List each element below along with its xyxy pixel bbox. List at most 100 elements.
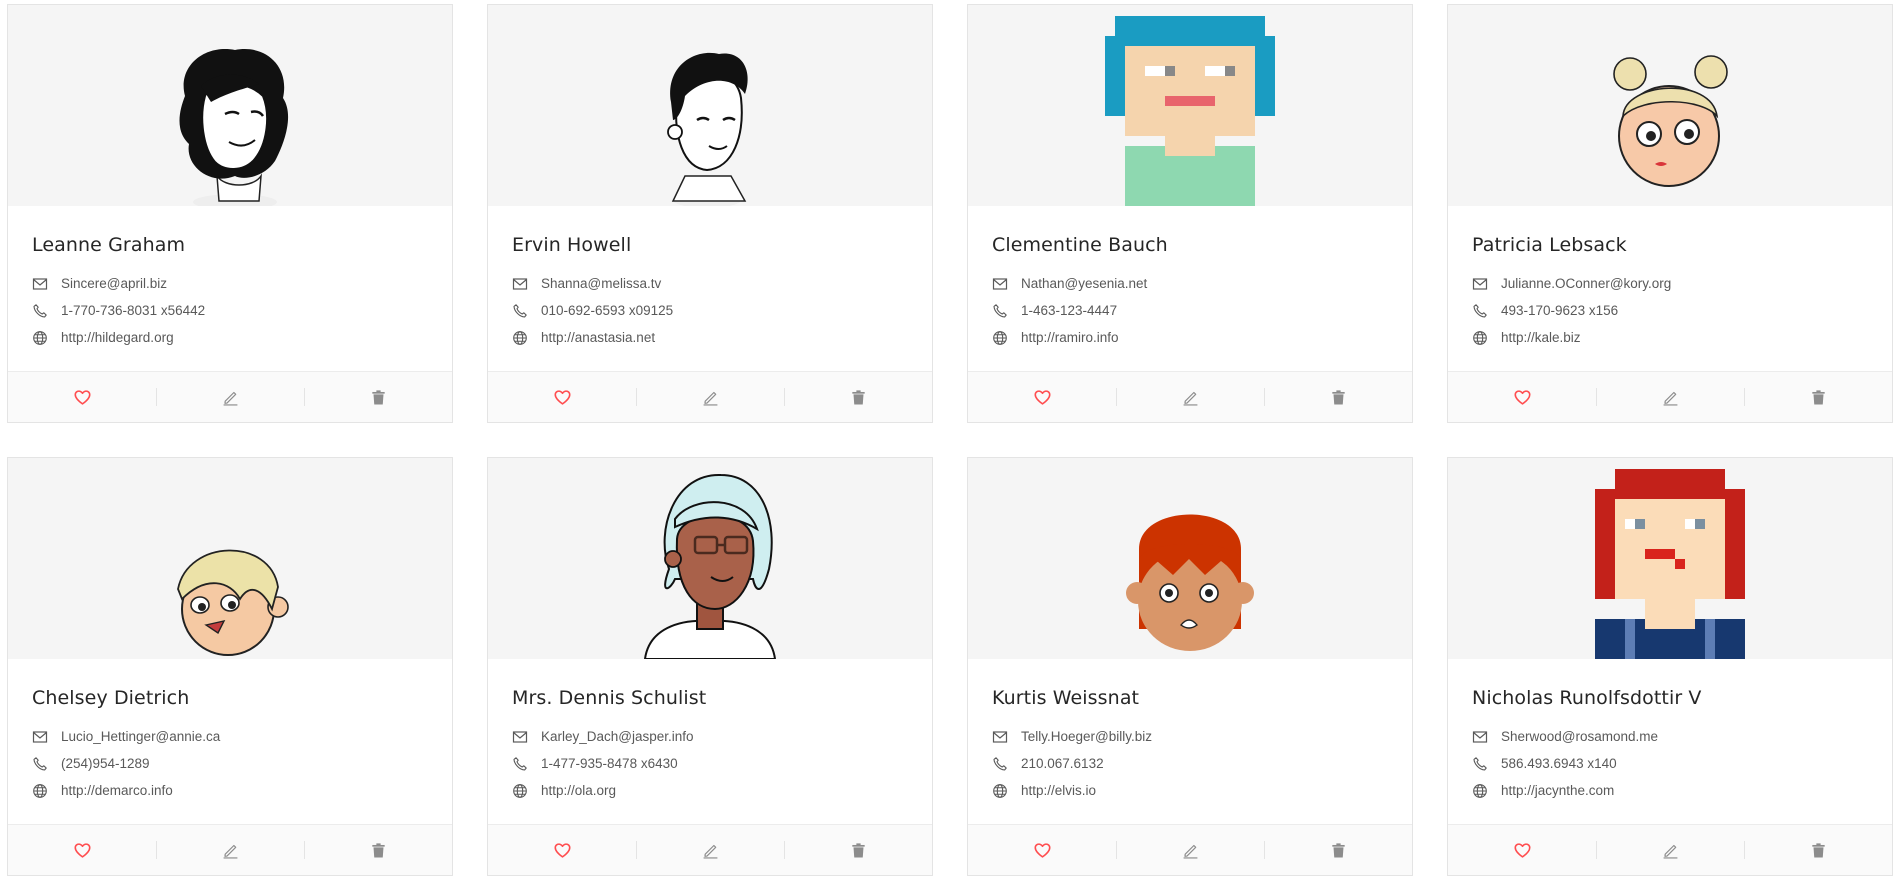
card-body: Clementine Bauch Nathan@yesenia.net 1-46… <box>968 206 1412 371</box>
user-card: Chelsey Dietrich Lucio_Hettinger@annie.c… <box>7 457 453 876</box>
phone-text[interactable]: 586.493.6943 x140 <box>1501 756 1617 771</box>
website-link[interactable]: http://jacynthe.com <box>1501 783 1614 798</box>
phone-text[interactable]: 1-463-123-4447 <box>1021 303 1117 318</box>
card-actions <box>1448 824 1892 875</box>
avatar-cover <box>1448 458 1892 659</box>
favorite-button[interactable] <box>488 372 636 422</box>
phone-text[interactable]: 010-692-6593 x09125 <box>541 303 673 318</box>
avatar-cover <box>8 458 452 659</box>
phone-row: 1-463-123-4447 <box>992 297 1388 324</box>
edit-icon <box>1663 391 1677 406</box>
mail-icon <box>1472 276 1501 292</box>
card-actions <box>8 824 452 875</box>
delete-button[interactable] <box>1264 825 1412 875</box>
phone-text[interactable]: 210.067.6132 <box>1021 756 1104 771</box>
email-text[interactable]: Lucio_Hettinger@annie.ca <box>61 729 220 744</box>
favorite-button[interactable] <box>8 372 156 422</box>
website-row: http://elvis.io <box>992 777 1388 804</box>
edit-icon <box>223 391 237 406</box>
mail-icon <box>512 729 541 745</box>
website-link[interactable]: http://hildegard.org <box>61 330 174 345</box>
favorite-button[interactable] <box>968 825 1116 875</box>
email-row: Shanna@melissa.tv <box>512 270 908 297</box>
delete-button[interactable] <box>1744 372 1892 422</box>
delete-button[interactable] <box>1264 372 1412 422</box>
edit-button[interactable] <box>1116 372 1264 422</box>
email-text[interactable]: Sherwood@rosamond.me <box>1501 729 1658 744</box>
delete-button[interactable] <box>304 372 452 422</box>
mail-icon <box>32 276 61 292</box>
avatar-lineart-curly <box>155 36 305 206</box>
email-text[interactable]: Shanna@melissa.tv <box>541 276 661 291</box>
website-link[interactable]: http://elvis.io <box>1021 783 1096 798</box>
globe-icon <box>992 783 1021 799</box>
phone-icon <box>512 756 541 772</box>
favorite-button[interactable] <box>8 825 156 875</box>
email-text[interactable]: Julianne.OConner@kory.org <box>1501 276 1671 291</box>
user-name: Nicholas Runolfsdottir V <box>1472 687 1702 709</box>
email-text[interactable]: Telly.Hoeger@billy.biz <box>1021 729 1152 744</box>
email-row: Karley_Dach@jasper.info <box>512 723 908 750</box>
phone-row: 010-692-6593 x09125 <box>512 297 908 324</box>
website-link[interactable]: http://anastasia.net <box>541 330 655 345</box>
avatar-cover <box>968 5 1412 206</box>
favorite-button[interactable] <box>1448 825 1596 875</box>
edit-button[interactable] <box>636 825 784 875</box>
avatar-cartoon-blond <box>160 529 300 659</box>
phone-text[interactable]: 1-770-736-8031 x56442 <box>61 303 205 318</box>
phone-text[interactable]: 1-477-935-8478 x6430 <box>541 756 678 771</box>
favorite-button[interactable] <box>1448 372 1596 422</box>
website-link[interactable]: http://ramiro.info <box>1021 330 1119 345</box>
delete-button[interactable] <box>1744 825 1892 875</box>
avatar-cover <box>1448 5 1892 206</box>
edit-button[interactable] <box>156 825 304 875</box>
heart-icon <box>553 842 571 858</box>
delete-icon <box>371 389 385 405</box>
email-row: Julianne.OConner@kory.org <box>1472 270 1868 297</box>
website-link[interactable]: http://demarco.info <box>61 783 173 798</box>
mail-icon <box>992 276 1021 292</box>
edit-icon <box>223 844 237 859</box>
email-text[interactable]: Sincere@april.biz <box>61 276 167 291</box>
email-text[interactable]: Nathan@yesenia.net <box>1021 276 1147 291</box>
phone-row: 1-477-935-8478 x6430 <box>512 750 908 777</box>
user-card: Mrs. Dennis Schulist Karley_Dach@jasper.… <box>487 457 933 876</box>
phone-row: 493-170-9623 x156 <box>1472 297 1868 324</box>
website-link[interactable]: http://kale.biz <box>1501 330 1581 345</box>
phone-icon <box>1472 756 1501 772</box>
avatar-cartoon-buns <box>1605 46 1735 206</box>
avatar-glasses <box>635 469 785 659</box>
website-row: http://hildegard.org <box>32 324 428 351</box>
delete-button[interactable] <box>304 825 452 875</box>
favorite-button[interactable] <box>968 372 1116 422</box>
user-name: Chelsey Dietrich <box>32 687 190 709</box>
delete-button[interactable] <box>784 825 932 875</box>
email-text[interactable]: Karley_Dach@jasper.info <box>541 729 694 744</box>
phone-text[interactable]: (254)954-1289 <box>61 756 150 771</box>
phone-icon <box>32 303 61 319</box>
website-row: http://ramiro.info <box>992 324 1388 351</box>
user-card: Nicholas Runolfsdottir V Sherwood@rosamo… <box>1447 457 1893 876</box>
edit-icon <box>703 844 717 859</box>
heart-icon <box>1033 389 1051 405</box>
edit-button[interactable] <box>636 372 784 422</box>
avatar-cover <box>488 5 932 206</box>
edit-button[interactable] <box>156 372 304 422</box>
favorite-button[interactable] <box>488 825 636 875</box>
email-row: Sincere@april.biz <box>32 270 428 297</box>
delete-button[interactable] <box>784 372 932 422</box>
phone-text[interactable]: 493-170-9623 x156 <box>1501 303 1618 318</box>
phone-icon <box>512 303 541 319</box>
delete-icon <box>1331 842 1345 858</box>
avatar-lineart-short <box>645 36 775 206</box>
edit-button[interactable] <box>1116 825 1264 875</box>
edit-button[interactable] <box>1596 825 1744 875</box>
globe-icon <box>512 783 541 799</box>
website-link[interactable]: http://ola.org <box>541 783 616 798</box>
avatar-cartoon-redhead <box>1125 489 1255 659</box>
card-actions <box>968 824 1412 875</box>
card-body: Mrs. Dennis Schulist Karley_Dach@jasper.… <box>488 659 932 824</box>
edit-icon <box>1183 391 1197 406</box>
edit-button[interactable] <box>1596 372 1744 422</box>
website-row: http://demarco.info <box>32 777 428 804</box>
